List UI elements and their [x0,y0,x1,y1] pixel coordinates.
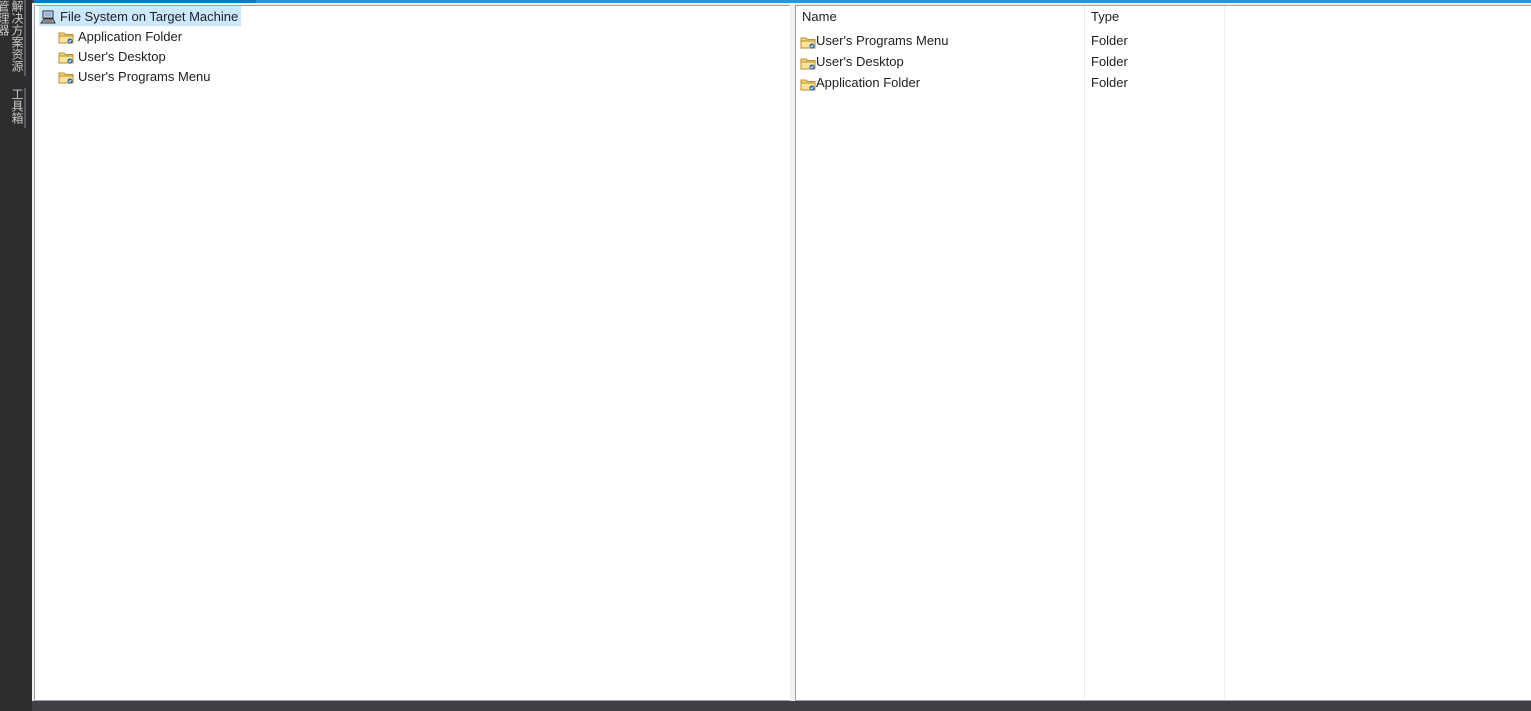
pane-splitter[interactable] [790,5,794,701]
tree-item-users-programs-menu[interactable]: User's Programs Menu [57,66,214,86]
toolbox-tab[interactable]: 工具箱 [8,88,26,128]
tree-item-users-desktop[interactable]: User's Desktop [57,46,169,66]
list-item-name: User's Desktop [816,54,904,69]
folder-icon [800,34,816,50]
column-header-type[interactable]: Type [1085,6,1225,28]
tree-item-label: User's Desktop [78,48,166,64]
tree-item-file-system-root[interactable]: File System on Target Machine [39,6,242,26]
list-item[interactable]: User's Programs Menu Folder [796,30,1531,51]
computer-icon [40,9,56,25]
folder-contents-list[interactable]: Name Type User's Programs Menu Folder Us… [795,5,1531,701]
list-item-name: User's Programs Menu [816,33,949,48]
folder-icon [58,69,74,85]
folder-icon [800,55,816,71]
list-item[interactable]: Application Folder Folder [796,72,1531,93]
solution-explorer-tab[interactable]: 解决方案资源管理器 [0,0,26,76]
list-item-type: Folder [1091,75,1128,90]
folder-icon [58,49,74,65]
list-item[interactable]: User's Desktop Folder [796,51,1531,72]
list-item-type: Folder [1091,33,1128,48]
list-item-type: Folder [1091,54,1128,69]
tree-item-label: User's Programs Menu [78,68,211,84]
tree-item-label: File System on Target Machine [60,8,239,24]
list-item-name: Application Folder [816,75,921,90]
folder-icon [800,76,816,92]
column-divider[interactable] [1084,6,1085,698]
folder-icon [58,29,74,45]
side-tool-strip: 解决方案资源管理器 工具箱 [0,0,32,711]
column-divider[interactable] [1224,6,1225,698]
tree-item-label: Application Folder [78,28,183,44]
bottom-status-strip [32,701,1531,711]
file-system-tree-pane[interactable]: File System on Target Machine Applicatio… [34,5,791,701]
tree-item-application-folder[interactable]: Application Folder [57,26,185,46]
column-header-name[interactable]: Name [796,6,1084,28]
